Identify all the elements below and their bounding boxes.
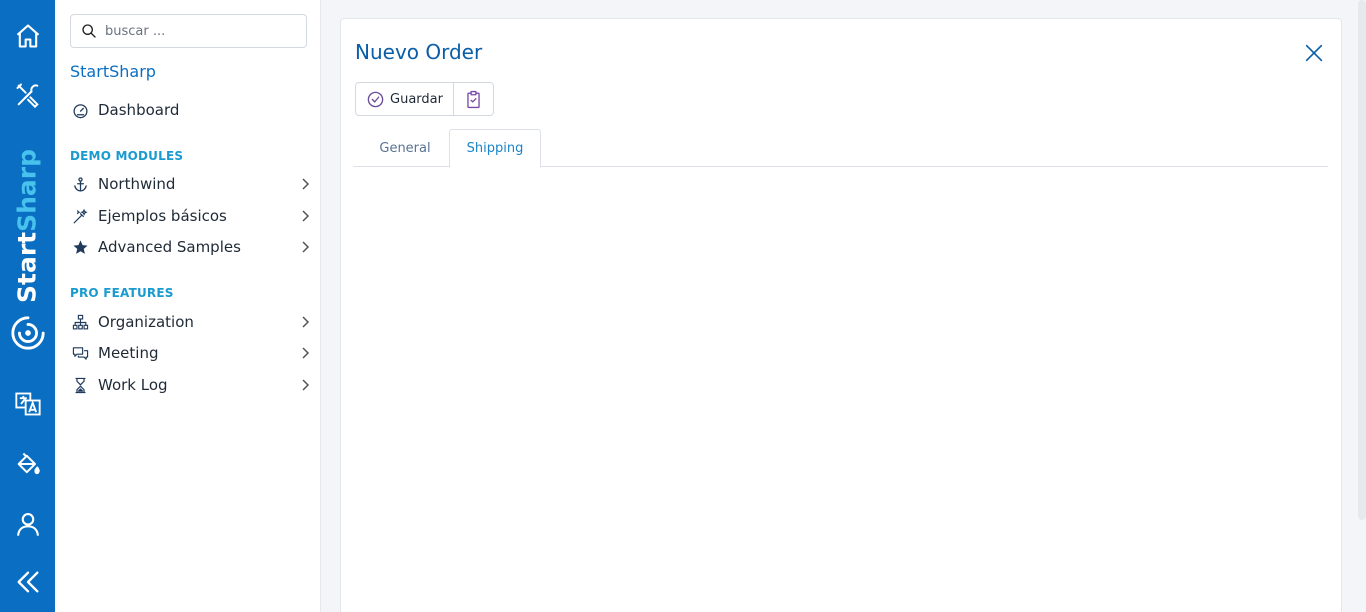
- theme-button[interactable]: [0, 444, 55, 484]
- dialog-toolbar: Guardar: [355, 82, 494, 116]
- sidebar-item-label: Northwind: [98, 175, 176, 193]
- search-box[interactable]: [70, 14, 307, 48]
- check-circle-icon: [367, 91, 384, 107]
- save-label: Guardar: [390, 91, 443, 107]
- close-icon[interactable]: [1303, 42, 1325, 64]
- sidebar-title[interactable]: StartSharp: [70, 62, 156, 81]
- chevron-right-icon: [302, 241, 310, 253]
- dialog-tabs: General Shipping: [353, 129, 1328, 168]
- org-chart-icon: [70, 312, 90, 332]
- sidebar-item-dashboard[interactable]: Dashboard: [70, 97, 310, 123]
- collapse-icon: [17, 571, 38, 593]
- sidebar-item-meeting[interactable]: Meeting: [70, 340, 310, 366]
- star-icon: [70, 237, 90, 257]
- search-icon: [82, 24, 96, 38]
- section-demo-modules: DEMO MODULES: [70, 149, 184, 163]
- chevron-right-icon: [302, 379, 310, 391]
- sidebar: StartSharp Dashboard DEMO MODULES Northw…: [55, 0, 321, 612]
- sidebar-item-label: Advanced Samples: [98, 238, 241, 256]
- sidebar-item-label: Meeting: [98, 344, 159, 362]
- chat-icon: [70, 343, 90, 363]
- sidebar-item-northwind[interactable]: Northwind: [70, 171, 310, 197]
- brand-logo-icon: [11, 316, 45, 350]
- sidebar-item-ejemplos-basicos[interactable]: Ejemplos básicos: [70, 203, 310, 229]
- search-input[interactable]: [105, 23, 295, 39]
- sidebar-item-label: Work Log: [98, 376, 168, 394]
- translate-icon: [14, 392, 41, 416]
- clipboard-check-icon: [467, 90, 480, 108]
- sidebar-item-label: Organization: [98, 313, 194, 331]
- tab-general[interactable]: General: [363, 129, 447, 167]
- sidebar-item-label: Dashboard: [98, 101, 180, 119]
- chevron-right-icon: [302, 316, 310, 328]
- translate-button[interactable]: [0, 384, 55, 424]
- hourglass-icon: [70, 375, 90, 395]
- section-pro-features: PRO FEATURES: [70, 286, 174, 300]
- apply-changes-button[interactable]: [452, 83, 493, 115]
- home-icon: [16, 24, 39, 48]
- brand-vertical: StartSharp: [0, 146, 55, 356]
- paint-bucket-icon: [17, 452, 40, 475]
- page-scrollbar[interactable]: [1358, 0, 1366, 520]
- collapse-sidebar-button[interactable]: [0, 562, 55, 602]
- tools-button[interactable]: [0, 75, 55, 115]
- tab-shipping[interactable]: Shipping: [449, 129, 541, 168]
- sidebar-item-work-log[interactable]: Work Log: [70, 372, 310, 398]
- save-button[interactable]: Guardar: [356, 83, 453, 115]
- dialog-title: Nuevo Order: [355, 40, 483, 64]
- brand-wordmark: StartSharp: [12, 148, 42, 304]
- chevron-right-icon: [302, 347, 310, 359]
- home-button[interactable]: [0, 16, 55, 56]
- sidebar-item-advanced-samples[interactable]: Advanced Samples: [70, 234, 310, 260]
- user-icon: [16, 513, 39, 536]
- gauge-icon: [70, 100, 90, 120]
- chevron-right-icon: [302, 178, 310, 190]
- magic-wand-icon: [70, 206, 90, 226]
- chevron-right-icon: [302, 210, 310, 222]
- tools-icon: [16, 83, 39, 109]
- sidebar-item-organization[interactable]: Organization: [70, 309, 310, 335]
- order-dialog: Nuevo Order Guardar General Shipping: [340, 18, 1342, 612]
- anchor-icon: [70, 174, 90, 194]
- sidebar-item-label: Ejemplos básicos: [98, 207, 227, 225]
- icon-rail: StartSharp: [0, 0, 55, 612]
- user-profile-button[interactable]: [0, 504, 55, 544]
